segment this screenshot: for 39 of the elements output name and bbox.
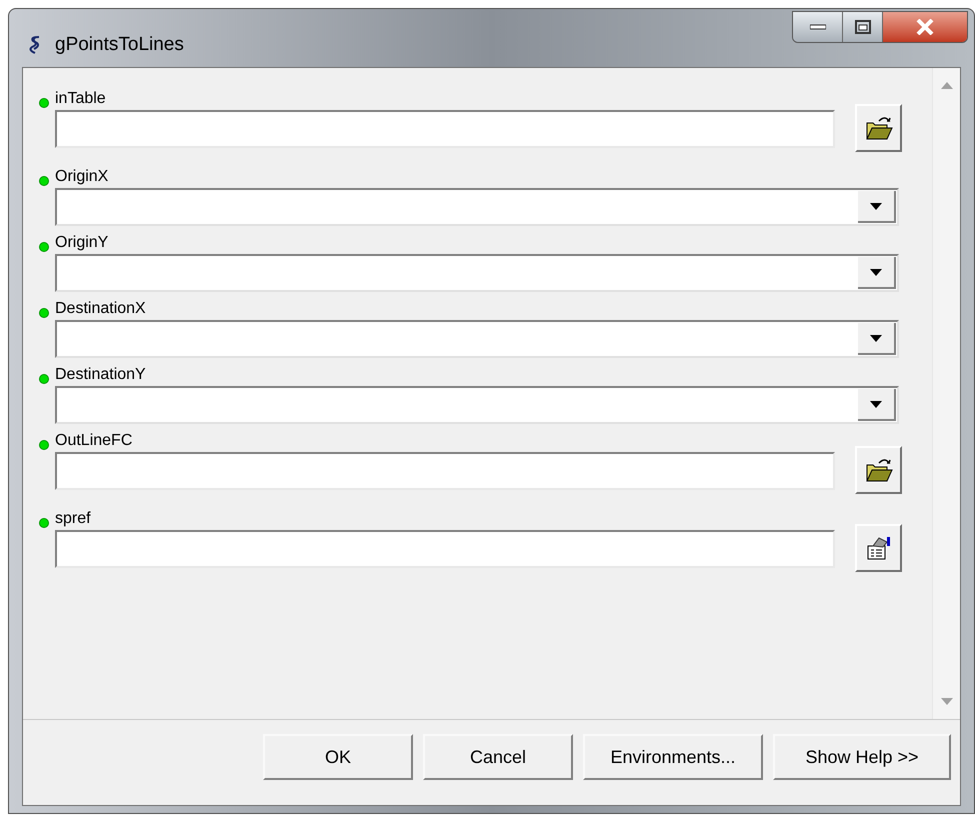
dialog-button[interactable]: Cancel [423,734,573,780]
close-icon [916,19,934,35]
maximize-button[interactable] [843,12,883,42]
input-field[interactable] [55,530,835,568]
spatial-reference-button[interactable] [855,524,902,572]
browse-button[interactable] [855,104,902,152]
window-title: gPointsToLines [55,33,184,57]
caret-icon [870,400,882,408]
browse-button[interactable] [855,446,902,494]
parameter-label: OriginY [55,233,110,253]
parameter-label: spref [55,509,92,529]
folder-icon [864,457,892,483]
dropdown-field[interactable] [55,320,899,358]
parameter-label: DestinationY [55,365,147,385]
dropdown-button[interactable] [858,191,896,223]
caret-icon [870,202,882,210]
input-field[interactable] [55,110,835,148]
parameter-label: OutLineFC [55,431,134,451]
minimize-icon [810,24,826,30]
parameter-label: DestinationX [55,299,147,319]
dropdown-field[interactable] [55,188,899,226]
maximize-icon [854,20,870,34]
minimize-button[interactable] [793,12,843,42]
caret-icon [870,268,882,276]
input-field[interactable] [55,452,835,490]
dropdown-button[interactable] [858,257,896,289]
dialog-button[interactable]: OK [263,734,413,780]
parameter-label: OriginX [55,167,110,187]
dropdown-field[interactable] [55,386,899,424]
folder-icon [864,115,892,141]
properties-icon [864,534,892,562]
dropdown-button[interactable] [858,389,896,421]
caret-icon [870,334,882,342]
close-button[interactable] [883,12,967,42]
dropdown-button[interactable] [858,323,896,355]
dialog-button[interactable]: Show Help >> [773,734,951,780]
dialog-button[interactable]: Environments... [583,734,763,780]
dropdown-field[interactable] [55,254,899,292]
parameter-label: inTable [55,89,107,109]
